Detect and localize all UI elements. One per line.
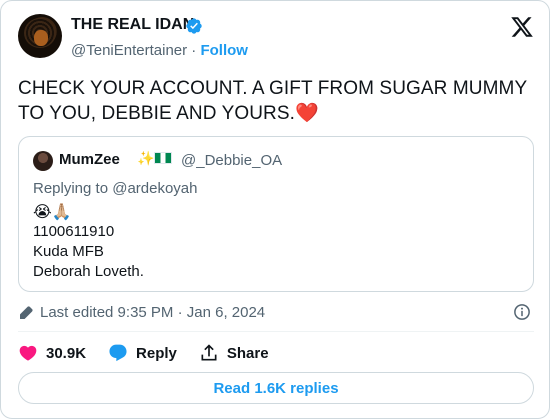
quoted-handle: @_Debbie_OA [181, 152, 283, 169]
heart-icon [19, 345, 37, 361]
author-avatar[interactable] [18, 14, 62, 58]
red-heart-emoji: ❤️ [295, 103, 319, 124]
info-icon[interactable] [513, 303, 531, 321]
quoted-author-name: MumZee [59, 151, 120, 168]
reply-button[interactable]: Reply [108, 343, 177, 363]
verified-badge-icon [186, 18, 202, 34]
reply-bubble-icon [109, 344, 127, 362]
author-handle-row: @TeniEntertainer · Follow [71, 42, 248, 59]
like-count: 30.9K [46, 344, 87, 362]
like-button[interactable]: 30.9K [18, 343, 86, 363]
quoted-tweet[interactable]: MumZee ✨ @_Debbie_OA Replying to @ardeko… [18, 136, 534, 292]
nigeria-flag-icon [154, 152, 173, 164]
reply-label: Reply [136, 344, 177, 362]
share-button[interactable]: Share [199, 343, 269, 363]
sparkles-emoji: ✨ [137, 150, 155, 166]
tweet-text: CHECK YOUR ACCOUNT. A GIFT FROM SUGAR MU… [18, 76, 538, 126]
x-logo-icon[interactable] [510, 15, 534, 39]
author-display-name[interactable]: THE REAL IDAN [71, 16, 194, 34]
replying-to: Replying to @ardekoyah [33, 180, 198, 197]
author-handle[interactable]: @TeniEntertainer [71, 42, 187, 59]
tweet-body: CHECK YOUR ACCOUNT. A GIFT FROM SUGAR MU… [18, 78, 527, 124]
quoted-avatar [33, 151, 53, 171]
tweet-card: THE REAL IDAN @TeniEntertainer · Follow … [0, 0, 550, 419]
edited-timestamp-row[interactable]: Last edited 9:35 PM · Jan 6, 2024 [18, 304, 265, 321]
share-icon [201, 344, 217, 361]
quoted-name-emojis: ✨ [137, 150, 173, 167]
handle-separator: · [191, 42, 197, 59]
edited-timestamp: Last edited 9:35 PM · Jan 6, 2024 [40, 304, 266, 321]
quoted-line: Kuda MFB [33, 243, 104, 260]
divider [18, 331, 534, 332]
share-label: Share [226, 344, 269, 362]
follow-button[interactable]: Follow [200, 42, 248, 59]
read-replies-button[interactable]: Read 1.6K replies [18, 372, 534, 404]
quoted-emoji-line: 😭🙏🏼 [33, 204, 72, 221]
quoted-line: 1100611910 [33, 223, 115, 240]
action-bar: 30.9K Reply Share [18, 342, 291, 364]
pencil-icon [20, 305, 33, 319]
quoted-line: Deborah Loveth. [33, 263, 144, 280]
